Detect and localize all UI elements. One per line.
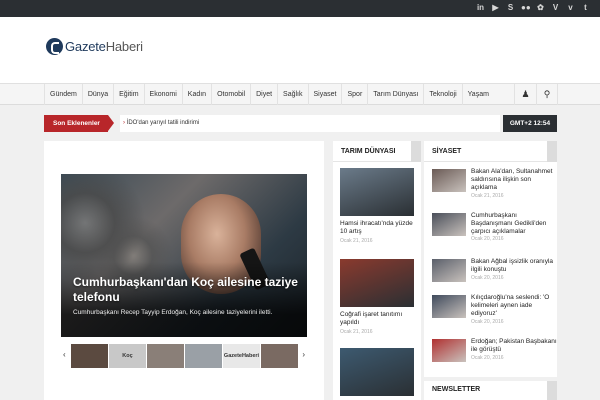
tarim-dunyasi-column: TARIM DÜNYASI Hamsi ihracatı'nda yüzde 1… <box>333 141 421 400</box>
featured-title[interactable]: Cumhurbaşkanı'dan Koç ailesine taziye te… <box>73 275 301 305</box>
next-arrow-icon[interactable]: › <box>302 350 305 359</box>
nav-item-spor[interactable]: Spor <box>341 84 367 105</box>
news-ticker: Son Eklenenler › İDO'dan yarıyıl tatili … <box>44 115 557 132</box>
featured-panel: Cumhurbaşkanı'dan Koç ailesine taziye te… <box>44 141 324 400</box>
tarim-header: TARIM DÜNYASI <box>333 141 421 162</box>
siyaset-article[interactable]: Cumhurbaşkanı Başdanışmanı Gedikli'den ç… <box>432 211 554 245</box>
site-header: GazeteHaberi <box>0 17 600 83</box>
slider-thumbnails: ‹ › Koç GazeteHaberi <box>61 341 307 371</box>
article-thumbnail[interactable] <box>432 295 466 318</box>
article-date: Ocak 20, 2016 <box>471 236 504 242</box>
article-title[interactable]: Erdoğan; Pakistan Başbakanı ile görüştü <box>471 338 557 354</box>
nav-item-kadın[interactable]: Kadın <box>181 84 211 105</box>
slider-thumbnail[interactable]: GazeteHaberi <box>223 344 260 368</box>
siyaset-article[interactable]: Erdoğan; Pakistan Başbakanı ile görüştü O… <box>432 337 557 371</box>
tarim-title: TARIM DÜNYASI <box>341 148 396 155</box>
ticker-headline[interactable]: › İDO'dan yarıyıl tatili indirimi <box>120 115 500 132</box>
tumblr-icon[interactable]: t <box>581 3 590 12</box>
prev-arrow-icon[interactable]: ‹ <box>63 350 66 359</box>
social-links: in ▶ S ●● ✿ Vv t <box>476 3 590 12</box>
nav-item-siyaset[interactable]: Siyaset <box>307 84 342 105</box>
header-accent <box>547 381 557 400</box>
logo-icon <box>46 38 63 55</box>
slider-thumbnail[interactable]: Koç <box>109 344 146 368</box>
article-thumbnail[interactable] <box>432 339 466 362</box>
article-date: Ocak 21, 2016 <box>340 238 373 244</box>
siyaset-title: SİYASET <box>432 148 462 155</box>
nav-item-teknoloji[interactable]: Teknoloji <box>423 84 461 105</box>
top-bar: in ▶ S ●● ✿ Vv t <box>0 0 600 17</box>
search-icon[interactable]: ⚲ <box>536 84 558 105</box>
nav-item-dünya[interactable]: Dünya <box>81 84 113 105</box>
article-title[interactable]: Bakan Ağbal işsizlik oranıyla ilgili kon… <box>471 258 557 274</box>
nav-item-gündem[interactable]: Gündem <box>44 84 82 105</box>
vine-icon[interactable]: v <box>566 3 575 12</box>
newsletter-widget: NEWSLETTER <box>424 381 557 400</box>
ticker-label: Son Eklenenler <box>44 115 114 132</box>
vimeo-icon[interactable]: V <box>551 3 560 12</box>
siyaset-article[interactable]: Bakan Ağbal işsizlik oranıyla ilgili kon… <box>432 257 554 291</box>
slider-thumbnail[interactable] <box>185 344 222 368</box>
linkedin-icon[interactable]: in <box>476 3 485 12</box>
youtube-icon[interactable]: ▶ <box>491 3 500 12</box>
header-accent <box>547 141 557 162</box>
tarim-article[interactable] <box>340 348 414 396</box>
nav-item-ekonomi[interactable]: Ekonomi <box>143 84 182 105</box>
nav-menu: Gündem Dünya Eğitim Ekonomi Kadın Otomobil Diy… <box>44 84 494 105</box>
article-thumbnail[interactable] <box>432 259 466 282</box>
foursquare-icon[interactable]: ✿ <box>536 3 545 12</box>
nav-item-yaşam[interactable]: Yaşam <box>461 84 494 105</box>
article-date: Ocak 21, 2016 <box>471 193 504 199</box>
logo-text: GazeteHaberi <box>65 39 143 54</box>
article-title[interactable]: Coğrafi işaret tanıtımı yapıldı <box>340 311 414 327</box>
slider-thumbnail[interactable] <box>147 344 184 368</box>
nav-item-eğitim[interactable]: Eğitim <box>113 84 143 105</box>
article-title[interactable]: Cumhurbaşkanı Başdanışmanı Gedikli'den ç… <box>471 212 557 236</box>
article-thumbnail[interactable] <box>432 169 466 192</box>
siyaset-article[interactable]: Bakan Ala'dan, Sultanahmet saldırısına i… <box>432 167 554 201</box>
user-icon[interactable]: ♟ <box>514 84 536 105</box>
header-accent <box>411 141 421 162</box>
slider-thumbnail[interactable] <box>71 344 108 368</box>
nav-item-diyet[interactable]: Diyet <box>250 84 277 105</box>
article-date: Ocak 20, 2016 <box>471 319 504 325</box>
article-image[interactable] <box>340 259 414 307</box>
main-navigation: Gündem Dünya Eğitim Ekonomi Kadın Otomobil Diy… <box>0 83 600 105</box>
ticker-time: GMT+2 12:54 <box>503 115 557 132</box>
slider-thumbnail[interactable] <box>261 344 298 368</box>
featured-description: Cumhurbaşkanı Recep Tayyip Erdoğan, Koç … <box>73 309 273 316</box>
nav-item-otomobil[interactable]: Otomobil <box>211 84 250 105</box>
article-image[interactable] <box>340 168 414 216</box>
flickr-icon[interactable]: ●● <box>521 3 531 12</box>
nav-item-tarım-dünyası[interactable]: Tarım Dünyası <box>367 84 423 105</box>
article-date: Ocak 20, 2016 <box>471 355 504 361</box>
siyaset-header: SİYASET <box>424 141 557 162</box>
article-date: Ocak 21, 2016 <box>340 329 373 335</box>
article-title[interactable]: Hamsi ihracatı'nda yüzde 10 artış <box>340 220 414 236</box>
nav-item-sağlık[interactable]: Sağlık <box>277 84 307 105</box>
article-title[interactable]: Kılıçdaroğlu'na seslendi: 'O kelimeleri … <box>471 294 557 318</box>
siyaset-article[interactable]: Kılıçdaroğlu'na seslendi: 'O kelimeleri … <box>432 293 554 327</box>
site-logo[interactable]: GazeteHaberi <box>46 38 143 55</box>
siyaset-column: SİYASET Bakan Ala'dan, Sultanahmet saldı… <box>424 141 557 377</box>
tarim-article[interactable]: Coğrafi işaret tanıtımı yapıldı Ocak 21, … <box>340 259 414 335</box>
article-title[interactable]: Bakan Ala'dan, Sultanahmet saldırısına i… <box>471 168 557 192</box>
tarim-article[interactable]: Hamsi ihracatı'nda yüzde 10 artış Ocak 21… <box>340 168 414 244</box>
skype-icon[interactable]: S <box>506 3 515 12</box>
article-thumbnail[interactable] <box>432 213 466 236</box>
newsletter-title: NEWSLETTER <box>432 386 481 393</box>
article-date: Ocak 20, 2016 <box>471 275 504 281</box>
article-image[interactable] <box>340 348 414 396</box>
featured-slider[interactable]: Cumhurbaşkanı'dan Koç ailesine taziye te… <box>61 174 307 337</box>
